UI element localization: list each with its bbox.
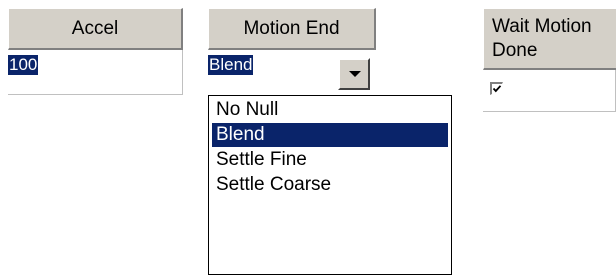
- motion-end-dropdown-list[interactable]: No Null Blend Settle Fine Settle Coarse: [208, 95, 452, 275]
- option-settle-fine[interactable]: Settle Fine: [212, 148, 448, 172]
- wait-motion-done-cell[interactable]: [483, 70, 616, 112]
- accel-value: 100: [8, 55, 39, 75]
- wait-motion-done-checkbox[interactable]: [490, 82, 503, 95]
- motion-end-value: Blend: [208, 55, 254, 75]
- checkmark-icon: [492, 85, 502, 93]
- column-header-wait-motion-done[interactable]: Wait Motion Done: [483, 8, 616, 70]
- option-no-null[interactable]: No Null: [212, 98, 448, 122]
- column-header-motion-end[interactable]: Motion End: [208, 8, 376, 50]
- column-header-label: Accel: [71, 18, 119, 39]
- chevron-down-icon: [349, 71, 361, 77]
- accel-cell[interactable]: 100: [8, 50, 183, 95]
- option-settle-coarse[interactable]: Settle Coarse: [212, 173, 448, 197]
- column-header-label-line1: Wait Motion: [492, 16, 592, 37]
- column-header-label: Motion End: [243, 18, 340, 39]
- column-header-label-line2: Done: [492, 40, 538, 61]
- option-blend[interactable]: Blend: [212, 123, 448, 147]
- dropdown-button[interactable]: [338, 58, 370, 90]
- motion-end-cell[interactable]: Blend: [208, 50, 376, 95]
- column-header-accel[interactable]: Accel: [8, 8, 183, 50]
